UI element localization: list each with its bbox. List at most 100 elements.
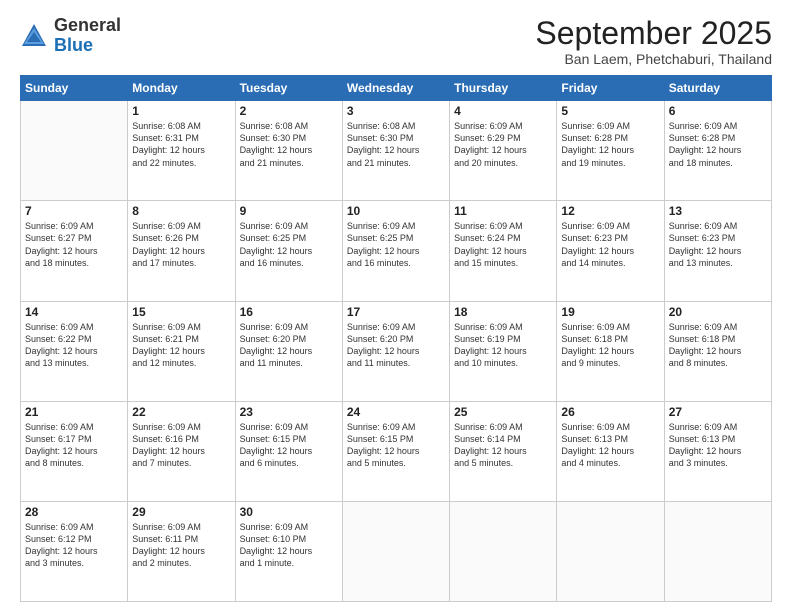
day-cell-28: 28 Sunrise: 6:09 AM Sunset: 6:12 PM Dayli…: [21, 501, 128, 601]
page: General Blue September 2025 Ban Laem, Ph…: [0, 0, 792, 612]
weekday-header-thursday: Thursday: [450, 76, 557, 101]
day-number: 3: [347, 104, 445, 118]
day-number: 21: [25, 405, 123, 419]
day-cell-16: 16Sunrise: 6:09 AM Sunset: 6:20 PM Dayli…: [235, 301, 342, 401]
cell-sun-info: Sunrise: 6:09 AM Sunset: 6:28 PM Dayligh…: [561, 120, 659, 169]
empty-cell: [557, 501, 664, 601]
day-number: 24: [347, 405, 445, 419]
day-number: 27: [669, 405, 767, 419]
weekday-header-row: SundayMondayTuesdayWednesdayThursdayFrid…: [21, 76, 772, 101]
empty-cell: [664, 501, 771, 601]
day-cell-1: 1 Sunrise: 6:08 AM Sunset: 6:31 PM Daylig…: [128, 101, 235, 201]
empty-cell: [21, 101, 128, 201]
day-cell-18: 18Sunrise: 6:09 AM Sunset: 6:19 PM Dayli…: [450, 301, 557, 401]
cell-sun-info: Sunrise: 6:09 AM Sunset: 6:13 PM Dayligh…: [561, 421, 659, 470]
cell-sun-info: Sunrise: 6:09 AM Sunset: 6:15 PM Dayligh…: [240, 421, 338, 470]
week-row-5: 28 Sunrise: 6:09 AM Sunset: 6:12 PM Dayli…: [21, 501, 772, 601]
day-number: 22: [132, 405, 230, 419]
day-cell-8: 8Sunrise: 6:09 AM Sunset: 6:26 PM Daylig…: [128, 201, 235, 301]
day-cell-24: 24 Sunrise: 6:09 AM Sunset: 6:15 PM Dayli…: [342, 401, 449, 501]
cell-sun-info: Sunrise: 6:08 AM Sunset: 6:31 PM Dayligh…: [132, 120, 230, 169]
weekday-header-friday: Friday: [557, 76, 664, 101]
cell-sun-info: Sunrise: 6:09 AM Sunset: 6:12 PM Dayligh…: [25, 521, 123, 570]
cell-sun-info: Sunrise: 6:09 AM Sunset: 6:23 PM Dayligh…: [561, 220, 659, 269]
cell-sun-info: Sunrise: 6:09 AM Sunset: 6:20 PM Dayligh…: [347, 321, 445, 370]
month-title: September 2025: [535, 16, 772, 51]
location: Ban Laem, Phetchaburi, Thailand: [535, 51, 772, 67]
day-number: 10: [347, 204, 445, 218]
day-cell-6: 6 Sunrise: 6:09 AM Sunset: 6:28 PM Daylig…: [664, 101, 771, 201]
day-number: 4: [454, 104, 552, 118]
day-cell-13: 13 Sunrise: 6:09 AM Sunset: 6:23 PM Dayli…: [664, 201, 771, 301]
day-number: 30: [240, 505, 338, 519]
day-cell-29: 29Sunrise: 6:09 AM Sunset: 6:11 PM Dayli…: [128, 501, 235, 601]
cell-sun-info: Sunrise: 6:09 AM Sunset: 6:15 PM Dayligh…: [347, 421, 445, 470]
weekday-header-wednesday: Wednesday: [342, 76, 449, 101]
day-number: 16: [240, 305, 338, 319]
cell-sun-info: Sunrise: 6:09 AM Sunset: 6:28 PM Dayligh…: [669, 120, 767, 169]
day-number: 15: [132, 305, 230, 319]
cell-sun-info: Sunrise: 6:09 AM Sunset: 6:10 PM Dayligh…: [240, 521, 338, 570]
day-number: 25: [454, 405, 552, 419]
day-cell-9: 9 Sunrise: 6:09 AM Sunset: 6:25 PM Daylig…: [235, 201, 342, 301]
day-cell-23: 23 Sunrise: 6:09 AM Sunset: 6:15 PM Dayli…: [235, 401, 342, 501]
cell-sun-info: Sunrise: 6:09 AM Sunset: 6:17 PM Dayligh…: [25, 421, 123, 470]
week-row-3: 14 Sunrise: 6:09 AM Sunset: 6:22 PM Dayli…: [21, 301, 772, 401]
day-cell-14: 14 Sunrise: 6:09 AM Sunset: 6:22 PM Dayli…: [21, 301, 128, 401]
logo: General Blue: [20, 16, 121, 56]
day-cell-19: 19Sunrise: 6:09 AM Sunset: 6:18 PM Dayli…: [557, 301, 664, 401]
title-area: September 2025 Ban Laem, Phetchaburi, Th…: [535, 16, 772, 67]
empty-cell: [342, 501, 449, 601]
cell-sun-info: Sunrise: 6:09 AM Sunset: 6:18 PM Dayligh…: [561, 321, 659, 370]
day-number: 14: [25, 305, 123, 319]
day-number: 11: [454, 204, 552, 218]
day-cell-30: 30 Sunrise: 6:09 AM Sunset: 6:10 PM Dayli…: [235, 501, 342, 601]
cell-sun-info: Sunrise: 6:09 AM Sunset: 6:14 PM Dayligh…: [454, 421, 552, 470]
day-cell-2: 2Sunrise: 6:08 AM Sunset: 6:30 PM Daylig…: [235, 101, 342, 201]
day-number: 12: [561, 204, 659, 218]
day-cell-25: 25 Sunrise: 6:09 AM Sunset: 6:14 PM Dayli…: [450, 401, 557, 501]
day-number: 26: [561, 405, 659, 419]
cell-sun-info: Sunrise: 6:09 AM Sunset: 6:21 PM Dayligh…: [132, 321, 230, 370]
day-number: 28: [25, 505, 123, 519]
day-number: 20: [669, 305, 767, 319]
day-number: 6: [669, 104, 767, 118]
week-row-1: 1 Sunrise: 6:08 AM Sunset: 6:31 PM Daylig…: [21, 101, 772, 201]
cell-sun-info: Sunrise: 6:09 AM Sunset: 6:24 PM Dayligh…: [454, 220, 552, 269]
cell-sun-info: Sunrise: 6:09 AM Sunset: 6:23 PM Dayligh…: [669, 220, 767, 269]
day-cell-10: 10Sunrise: 6:09 AM Sunset: 6:25 PM Dayli…: [342, 201, 449, 301]
day-number: 9: [240, 204, 338, 218]
cell-sun-info: Sunrise: 6:09 AM Sunset: 6:22 PM Dayligh…: [25, 321, 123, 370]
empty-cell: [450, 501, 557, 601]
day-cell-7: 7Sunrise: 6:09 AM Sunset: 6:27 PM Daylig…: [21, 201, 128, 301]
day-cell-3: 3Sunrise: 6:08 AM Sunset: 6:30 PM Daylig…: [342, 101, 449, 201]
day-cell-20: 20 Sunrise: 6:09 AM Sunset: 6:18 PM Dayli…: [664, 301, 771, 401]
day-cell-12: 12 Sunrise: 6:09 AM Sunset: 6:23 PM Dayli…: [557, 201, 664, 301]
header: General Blue September 2025 Ban Laem, Ph…: [20, 16, 772, 67]
day-number: 13: [669, 204, 767, 218]
day-cell-27: 27 Sunrise: 6:09 AM Sunset: 6:13 PM Dayli…: [664, 401, 771, 501]
day-cell-15: 15 Sunrise: 6:09 AM Sunset: 6:21 PM Dayli…: [128, 301, 235, 401]
week-row-4: 21 Sunrise: 6:09 AM Sunset: 6:17 PM Dayli…: [21, 401, 772, 501]
weekday-header-monday: Monday: [128, 76, 235, 101]
cell-sun-info: Sunrise: 6:09 AM Sunset: 6:11 PM Dayligh…: [132, 521, 230, 570]
day-number: 23: [240, 405, 338, 419]
cell-sun-info: Sunrise: 6:09 AM Sunset: 6:16 PM Dayligh…: [132, 421, 230, 470]
cell-sun-info: Sunrise: 6:09 AM Sunset: 6:29 PM Dayligh…: [454, 120, 552, 169]
cell-sun-info: Sunrise: 6:09 AM Sunset: 6:25 PM Dayligh…: [240, 220, 338, 269]
weekday-header-sunday: Sunday: [21, 76, 128, 101]
day-number: 1: [132, 104, 230, 118]
day-cell-5: 5Sunrise: 6:09 AM Sunset: 6:28 PM Daylig…: [557, 101, 664, 201]
day-number: 7: [25, 204, 123, 218]
cell-sun-info: Sunrise: 6:09 AM Sunset: 6:13 PM Dayligh…: [669, 421, 767, 470]
logo-blue: Blue: [54, 35, 93, 55]
day-number: 8: [132, 204, 230, 218]
day-cell-21: 21 Sunrise: 6:09 AM Sunset: 6:17 PM Dayli…: [21, 401, 128, 501]
weekday-header-saturday: Saturday: [664, 76, 771, 101]
day-cell-4: 4 Sunrise: 6:09 AM Sunset: 6:29 PM Daylig…: [450, 101, 557, 201]
week-row-2: 7Sunrise: 6:09 AM Sunset: 6:27 PM Daylig…: [21, 201, 772, 301]
cell-sun-info: Sunrise: 6:09 AM Sunset: 6:18 PM Dayligh…: [669, 321, 767, 370]
calendar-table: SundayMondayTuesdayWednesdayThursdayFrid…: [20, 75, 772, 602]
day-cell-11: 11 Sunrise: 6:09 AM Sunset: 6:24 PM Dayli…: [450, 201, 557, 301]
day-cell-22: 22 Sunrise: 6:09 AM Sunset: 6:16 PM Dayli…: [128, 401, 235, 501]
